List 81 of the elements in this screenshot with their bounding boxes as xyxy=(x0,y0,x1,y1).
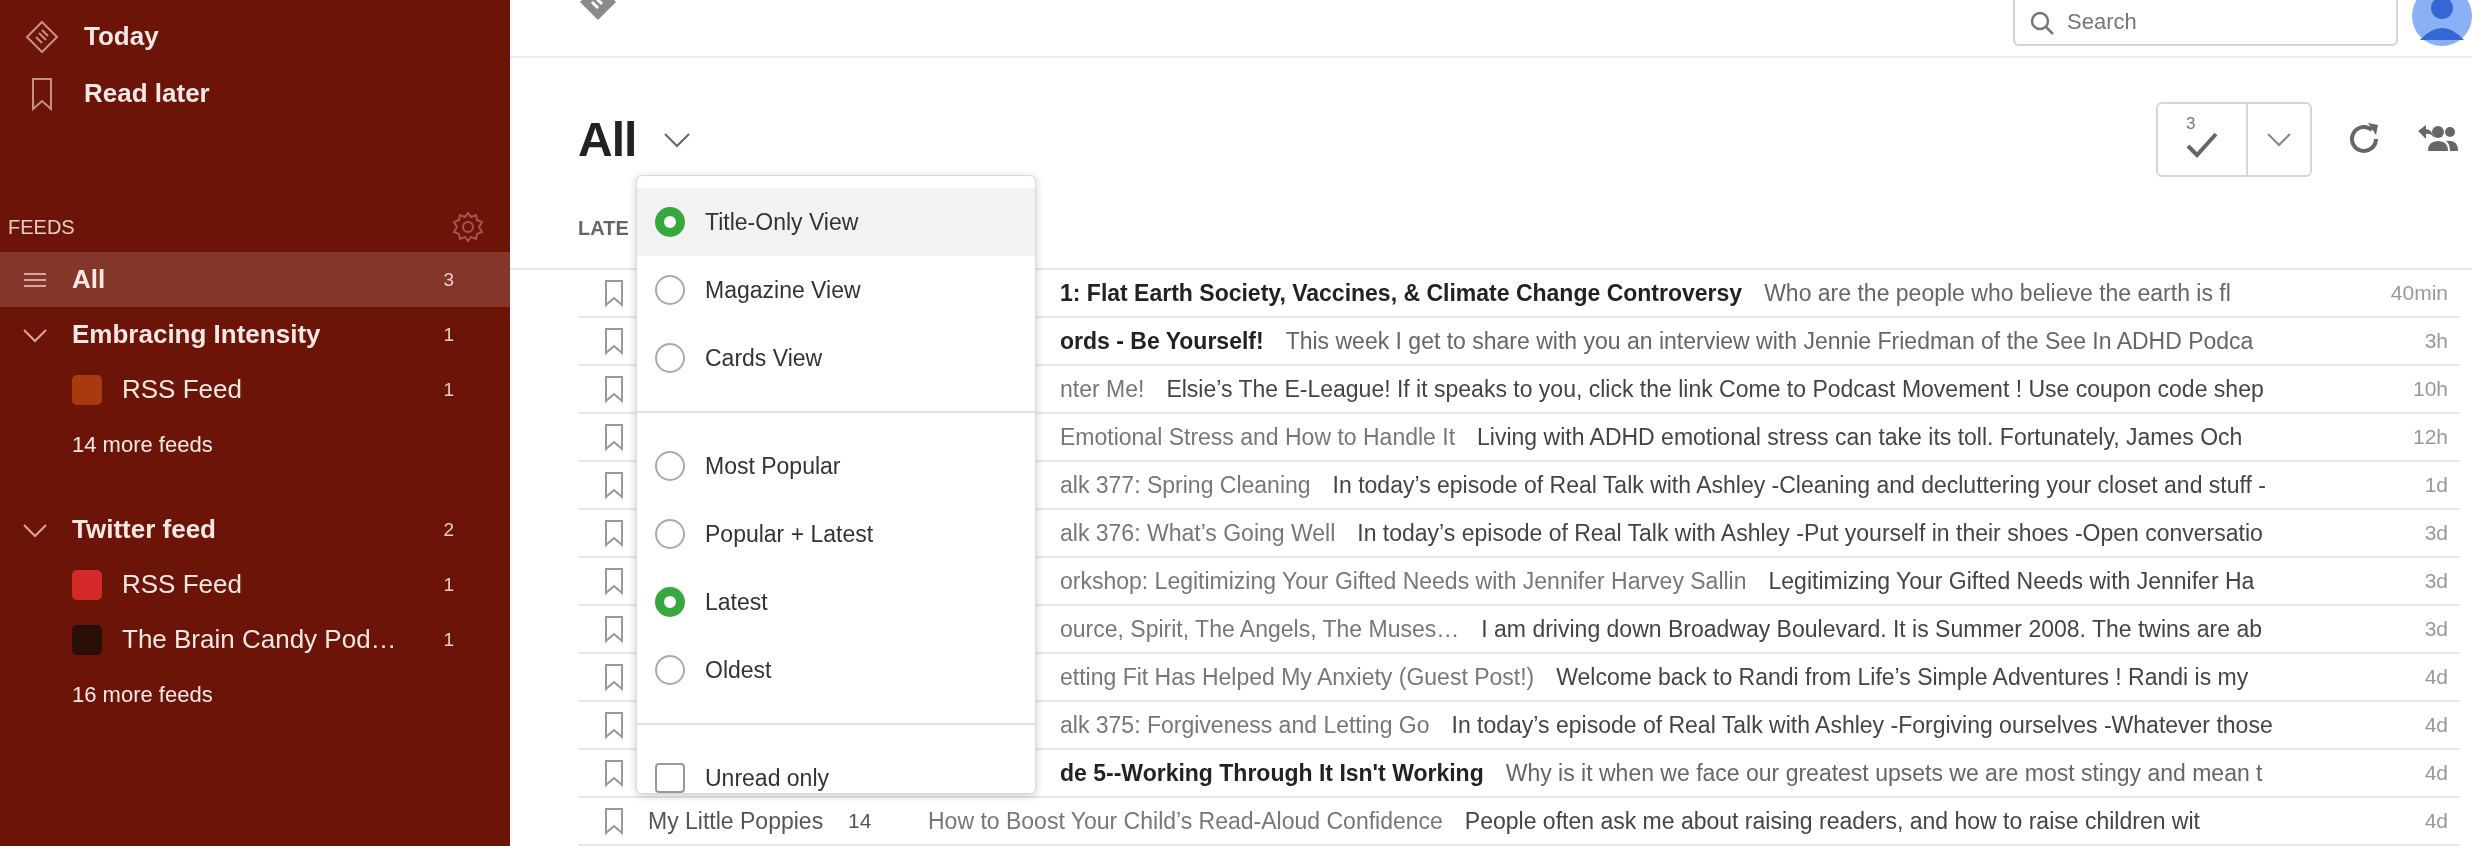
checkbox[interactable] xyxy=(655,763,685,793)
article-title: nter Me! xyxy=(1060,375,1145,403)
article-time: 3d xyxy=(2423,521,2448,545)
article-summary: This week I get to share with you an interview with Jennie Friedman of the See In ADHD Podca xyxy=(1285,327,2255,355)
radio-button[interactable] xyxy=(655,519,685,549)
radio-button[interactable] xyxy=(655,655,685,685)
article-summary: Who are the people who believe the earth is fl xyxy=(1764,279,2232,307)
diamond-icon xyxy=(24,18,60,55)
article-summary: I am driving down Broadway Boulevard. It is Summer 2008. The twins are ab xyxy=(1481,615,2263,643)
menu-item-label: Popular + Latest xyxy=(705,520,874,548)
radio-button[interactable] xyxy=(655,451,685,481)
bookmark-icon[interactable] xyxy=(604,807,624,835)
article-summary: Why is it when we face our greatest upsets we are most stingy and mean t xyxy=(1505,759,2264,787)
article-summary: Elsie’s The E-League! If it speaks to you, click the link Come to Podcast Movement ! Use coupon code shep xyxy=(1166,375,2265,403)
article-time: 12h xyxy=(2411,425,2448,449)
article-time: 1d xyxy=(2423,473,2448,497)
article-title: alk 377: Spring Cleaning xyxy=(1060,471,1311,499)
feed-item[interactable]: RSS Feed 1 xyxy=(0,557,510,612)
avatar-icon[interactable] xyxy=(2412,0,2472,46)
feed-item[interactable]: Embracing Intensity 1 xyxy=(0,307,510,362)
bookmark-icon[interactable] xyxy=(604,711,624,739)
bookmark-icon[interactable] xyxy=(604,663,624,691)
article-summary: Living with ADHD emotional stress can take its toll. Fortunately, James Och xyxy=(1477,423,2244,451)
article-summary: In today’s episode of Real Talk with Ashley -Cleaning and decluttering your closet and stuff - xyxy=(1332,471,2267,499)
bookmark-icon[interactable] xyxy=(604,759,624,787)
article-summary: Welcome back to Randi from Life’s Simple Adventures ! Randi is my xyxy=(1556,663,2250,691)
article-row[interactable]: My Little Poppies 14 How to Boost Your Child’s Read-Aloud Confidence People often ask me about raising readers, and how to raise children wit 4d xyxy=(578,798,2460,846)
article-title: Emotional Stress and How to Handle It xyxy=(1060,423,1456,451)
article-summary: In today’s episode of Real Talk with Ashley -Forgiving ourselves -Whatever those xyxy=(1451,711,2274,739)
radio-button[interactable] xyxy=(655,275,685,305)
search-field[interactable]: Search xyxy=(2013,0,2398,46)
search-icon xyxy=(2029,10,2055,36)
article-time: 4d xyxy=(2423,761,2448,785)
article-time: 10h xyxy=(2411,377,2448,401)
bookmark-icon[interactable] xyxy=(604,567,624,595)
article-time: 4d xyxy=(2423,809,2448,833)
page-title: All xyxy=(578,111,637,167)
radio-button[interactable] xyxy=(655,207,685,237)
article-title: orkshop: Legitimizing Your Gifted Needs with Jennifer Harvey Sallin xyxy=(1060,567,1747,595)
article-title: ource, Spirit, The Angels, The Muses… xyxy=(1060,615,1460,643)
bookmark-icon[interactable] xyxy=(604,423,624,451)
radio-button[interactable] xyxy=(655,343,685,373)
article-count: 14 xyxy=(848,809,873,833)
article-time: 4d xyxy=(2423,665,2448,689)
nav-item[interactable]: Read later xyxy=(0,65,510,122)
article-summary: People often ask me about raising readers, and how to raise children wit xyxy=(1464,807,2201,835)
article-title: 1: Flat Earth Society, Vaccines, & Climate Change Controversy xyxy=(1060,279,1743,307)
article-summary: In today’s episode of Real Talk with Ashley -Put yourself in their shoes -Open conversatio xyxy=(1357,519,2264,547)
menu-item-label: Magazine View xyxy=(705,276,861,304)
bookmark-icon[interactable] xyxy=(604,327,624,355)
section-label: LATE xyxy=(578,216,629,240)
article-time: 3h xyxy=(2423,329,2448,353)
bookmark-icon[interactable] xyxy=(604,279,624,307)
article-time: 4d xyxy=(2423,713,2448,737)
feed-item[interactable]: The Brain Candy Pod… 1 xyxy=(0,612,510,667)
bookmark-icon[interactable] xyxy=(604,519,624,547)
article-title: ords - Be Yourself! xyxy=(1060,327,1264,355)
menu-item[interactable]: Title-Only View xyxy=(637,188,1035,256)
nav-item[interactable]: Today xyxy=(0,8,510,65)
feed-item[interactable]: All 3 xyxy=(0,252,510,307)
article-time: 40min xyxy=(2389,281,2448,305)
feed-item[interactable]: Twitter feed 2 xyxy=(0,502,510,557)
bookmark-icon[interactable] xyxy=(604,615,624,643)
article-title: de 5--Working Through It Isn't Working xyxy=(1060,759,1484,787)
more-feeds-link[interactable]: 14 more feeds xyxy=(0,417,510,472)
article-title: etting Fit Has Helped My Anxiety (Guest Post!) xyxy=(1060,663,1535,691)
article-title: alk 375: Forgiveness and Letting Go xyxy=(1060,711,1430,739)
article-time: 3d xyxy=(2423,569,2448,593)
feed-item[interactable]: RSS Feed 1 xyxy=(0,362,510,417)
menu-item-label: Unread only xyxy=(705,764,830,792)
more-feeds-link[interactable]: 16 more feeds xyxy=(0,667,510,722)
menu-item-label: Title-Only View xyxy=(705,208,859,236)
article-title: alk 376: What’s Going Well xyxy=(1060,519,1336,547)
feeds-heading: FEEDS xyxy=(8,215,75,239)
radio-button[interactable] xyxy=(655,587,685,617)
bookmark-icon[interactable] xyxy=(604,375,624,403)
menu-item-label: Oldest xyxy=(705,656,772,684)
bookmark-icon[interactable] xyxy=(604,471,624,499)
article-time: 3d xyxy=(2423,617,2448,641)
settings-icon[interactable] xyxy=(450,209,486,245)
article-summary: Legitimizing Your Gifted Needs with Jennifer Ha xyxy=(1768,567,2256,595)
